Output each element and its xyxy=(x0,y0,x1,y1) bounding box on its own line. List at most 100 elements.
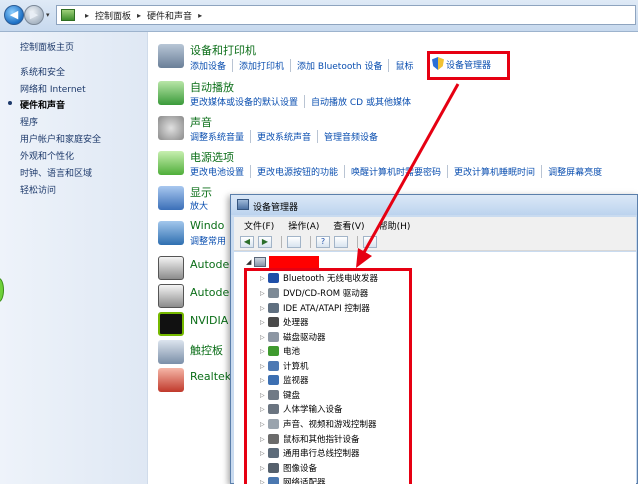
forward-button[interactable]: ▶ xyxy=(24,5,44,25)
sidebar-item-home[interactable]: 控制面板主页 xyxy=(20,40,74,53)
link-common-settings[interactable]: 调整常用 xyxy=(190,234,232,247)
sidebar-item-programs[interactable]: 程序 xyxy=(20,115,38,128)
chevron-right-icon: ▸ xyxy=(85,10,90,20)
link-mouse[interactable]: 鼠标 xyxy=(388,59,419,72)
expand-icon[interactable]: ▷ xyxy=(260,290,268,297)
tree-item-label: 鼠标和其他指针设备 xyxy=(283,435,360,445)
expand-icon[interactable]: ▷ xyxy=(260,392,268,399)
expand-icon[interactable]: ▷ xyxy=(260,406,268,413)
window-titlebar[interactable]: 设备管理器 xyxy=(231,195,637,215)
link-device-manager[interactable]: 设备管理器 xyxy=(446,58,491,71)
expand-icon[interactable]: ▷ xyxy=(260,334,268,341)
address-field[interactable]: ▸ 控制面板 ▸ 硬件和声音 ▸ xyxy=(56,5,636,25)
link-wake-password[interactable]: 唤醒计算机时需要密码 xyxy=(344,165,447,178)
tree-item-label: Bluetooth 无线电收发器 xyxy=(283,274,378,284)
toolbar-separator xyxy=(310,235,311,248)
tree-item-processor[interactable]: ▷ 处理器 xyxy=(260,316,309,328)
tree-item-ide[interactable]: ▷ IDE ATA/ATAPI 控制器 xyxy=(260,302,370,314)
link-add-printer[interactable]: 添加打印机 xyxy=(232,59,290,72)
toolbar-separator xyxy=(357,235,358,248)
active-bullet-icon xyxy=(8,101,12,105)
sidebar-item-hardware-sound[interactable]: 硬件和声音 xyxy=(20,98,65,111)
expand-icon[interactable]: ▷ xyxy=(260,421,268,428)
expand-icon[interactable]: ▷ xyxy=(260,436,268,443)
window-title: 设备管理器 xyxy=(253,203,299,213)
scan-hardware-icon[interactable] xyxy=(363,235,377,248)
category-title[interactable]: 触控板 xyxy=(190,342,223,358)
tree-item-bluetooth[interactable]: ▷ Bluetooth 无线电收发器 xyxy=(260,272,378,284)
menu-file[interactable]: 文件(F) xyxy=(244,219,274,232)
category-title[interactable]: 显示 xyxy=(190,184,212,200)
expand-icon[interactable]: ▷ xyxy=(260,363,268,370)
link-brightness[interactable]: 调整屏幕亮度 xyxy=(541,165,608,178)
nvidia-icon xyxy=(158,312,184,336)
link-add-bluetooth[interactable]: 添加 Bluetooth 设备 xyxy=(290,59,388,72)
link-autoplay-cd[interactable]: 自动播放 CD 或其他媒体 xyxy=(304,95,417,108)
link-system-sounds[interactable]: 更改系统声音 xyxy=(250,130,317,143)
category-title[interactable]: Windo xyxy=(190,219,224,232)
forward-arrow-icon[interactable]: ▶ xyxy=(258,235,272,248)
breadcrumb-control-panel[interactable]: 控制面板 xyxy=(95,9,131,22)
tree-view-icon[interactable] xyxy=(287,235,301,248)
expand-icon[interactable]: ▷ xyxy=(260,348,268,355)
sidebar-item-user-accounts[interactable]: 用户帐户和家庭安全 xyxy=(20,132,101,145)
category-title[interactable]: Autode xyxy=(190,258,229,271)
expand-icon[interactable]: ▷ xyxy=(260,479,268,484)
category-title[interactable]: 电源选项 xyxy=(190,149,234,165)
link-battery-settings[interactable]: 更改电池设置 xyxy=(190,165,250,178)
help-icon[interactable]: ? xyxy=(316,235,330,248)
tree-item-usb[interactable]: ▷ 通用串行总线控制器 xyxy=(260,447,360,459)
sidebar-item-appearance[interactable]: 外观和个性化 xyxy=(20,149,74,162)
menu-help[interactable]: 帮助(H) xyxy=(379,219,411,232)
link-add-device[interactable]: 添加设备 xyxy=(190,59,232,72)
sidebar-item-system-security[interactable]: 系统和安全 xyxy=(20,65,65,78)
sidebar-item-clock-region[interactable]: 时钟、语言和区域 xyxy=(20,166,92,179)
tree-item-network[interactable]: ▷ 网络适配器 xyxy=(260,476,326,484)
expand-triangle-icon[interactable]: ◢ xyxy=(246,258,251,266)
toolbar: ◀ ▶ ? xyxy=(234,233,636,251)
breadcrumb-hardware-sound[interactable]: 硬件和声音 xyxy=(147,9,192,22)
link-audio-devices[interactable]: 管理音频设备 xyxy=(317,130,384,143)
expand-icon[interactable]: ▷ xyxy=(260,275,268,282)
link-magnify[interactable]: 放大 xyxy=(190,199,214,212)
expand-icon[interactable]: ▷ xyxy=(260,305,268,312)
sidebar-item-ease-of-access[interactable]: 轻松访问 xyxy=(20,183,56,196)
tree-item-sound[interactable]: ▷ 声音、视频和游戏控制器 xyxy=(260,418,377,430)
back-button[interactable]: ◀ xyxy=(4,5,24,25)
tree-item-monitor[interactable]: ▷ 监视器 xyxy=(260,374,309,386)
expand-icon[interactable]: ▷ xyxy=(260,319,268,326)
sidebar-item-network[interactable]: 网络和 Internet xyxy=(20,82,86,95)
history-dropdown-icon[interactable]: ▾ xyxy=(46,11,50,19)
tree-item-computer[interactable]: ▷ 计算机 xyxy=(260,360,309,372)
category-title[interactable]: 自动播放 xyxy=(190,79,234,95)
expand-icon[interactable]: ▷ xyxy=(260,450,268,457)
link-power-button[interactable]: 更改电源按钮的功能 xyxy=(250,165,344,178)
expand-icon[interactable]: ▷ xyxy=(260,377,268,384)
link-volume[interactable]: 调整系统音量 xyxy=(190,130,250,143)
category-title[interactable]: Autode xyxy=(190,286,229,299)
back-arrow-icon[interactable]: ◀ xyxy=(240,235,254,248)
category-links: 调整系统音量 更改系统声音 管理音频设备 xyxy=(190,130,384,143)
tree-item-imaging[interactable]: ▷ 图像设备 xyxy=(260,462,317,474)
category-title[interactable]: 声音 xyxy=(190,114,212,130)
tree-item-keyboard[interactable]: ▷ 键盘 xyxy=(260,389,300,401)
category-title[interactable]: Realtek xyxy=(190,370,231,383)
toolbar-separator xyxy=(281,235,282,248)
menu-action[interactable]: 操作(A) xyxy=(288,219,319,232)
tree-item-label: 处理器 xyxy=(283,318,309,328)
disk-drive-icon xyxy=(268,332,279,342)
link-sleep-time[interactable]: 更改计算机睡眠时间 xyxy=(447,165,541,178)
menu-view[interactable]: 查看(V) xyxy=(333,219,364,232)
category-title[interactable]: 设备和打印机 xyxy=(190,42,256,58)
tree-item-disk[interactable]: ▷ 磁盘驱动器 xyxy=(260,331,326,343)
tree-item-battery[interactable]: ▷ 电池 xyxy=(260,345,300,357)
expand-icon[interactable]: ▷ xyxy=(260,465,268,472)
tree-item-dvd[interactable]: ▷ DVD/CD-ROM 驱动器 xyxy=(260,287,368,299)
category-links: 放大 xyxy=(190,199,214,212)
tree-item-hid[interactable]: ▷ 人体学输入设备 xyxy=(260,403,343,415)
category-title[interactable]: NVIDIA xyxy=(190,314,228,327)
tree-root[interactable]: ◢ xyxy=(246,256,320,268)
properties-icon[interactable] xyxy=(334,235,348,248)
tree-item-mouse[interactable]: ▷ 鼠标和其他指针设备 xyxy=(260,433,360,445)
link-autoplay-defaults[interactable]: 更改媒体或设备的默认设置 xyxy=(190,95,304,108)
